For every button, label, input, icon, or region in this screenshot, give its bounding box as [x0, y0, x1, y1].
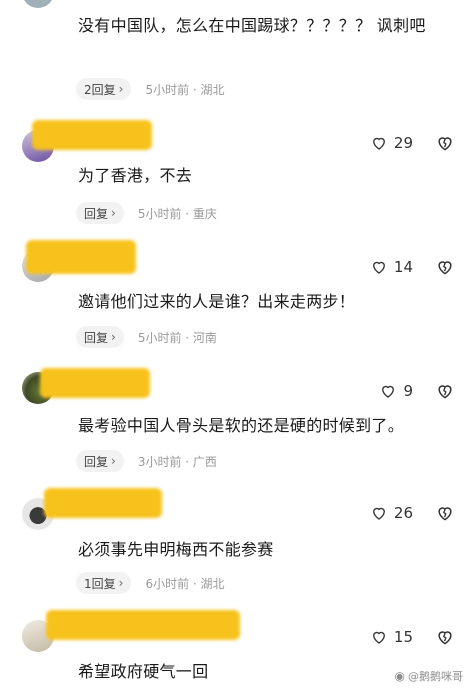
broken-heart-icon	[438, 507, 452, 521]
comment-meta: 回复 › 5小时前 · 重庆	[76, 202, 217, 224]
like-button[interactable]: 26	[370, 504, 413, 522]
timestamp-location: 5小时前 · 重庆	[137, 206, 217, 221]
username-redaction	[32, 120, 152, 150]
timestamp-location: 3小时前 · 广西	[137, 454, 217, 469]
dislike-button[interactable]	[435, 627, 455, 651]
reply-button[interactable]: 回复 ›	[76, 202, 124, 224]
watermark-text: @鹅鹅咪哥	[408, 670, 463, 683]
comment-text: 最考验中国人骨头是软的还是硬的时候到了。	[78, 416, 405, 435]
comment-meta: 2回复 › 5小时前 · 湖北	[76, 78, 225, 100]
heart-outline-icon	[382, 385, 395, 398]
chevron-right-icon: ›	[111, 454, 116, 468]
broken-heart-icon	[438, 631, 452, 645]
like-count: 9	[403, 382, 413, 400]
chevron-right-icon: ›	[118, 576, 124, 590]
username-redaction	[46, 610, 240, 640]
like-button[interactable]: 15	[370, 628, 413, 646]
like-count: 14	[393, 258, 413, 276]
watermark: ◉ @鹅鹅咪哥	[395, 668, 463, 684]
username-redaction	[44, 488, 162, 518]
like-button[interactable]: 9	[379, 382, 413, 400]
reply-label: 2回复	[84, 82, 116, 97]
reply-button[interactable]: 回复 ›	[76, 450, 124, 472]
comment-meta: 回复 › 3小时前 · 广西	[76, 450, 217, 472]
like-button[interactable]: 29	[370, 134, 413, 152]
chevron-right-icon: ›	[118, 82, 124, 96]
chevron-right-icon: ›	[111, 330, 116, 344]
chevron-right-icon: ›	[111, 206, 116, 220]
like-count: 26	[393, 504, 413, 522]
like-count: 29	[393, 134, 413, 152]
dislike-button[interactable]	[435, 133, 455, 157]
reply-label: 1回复	[84, 576, 116, 591]
reply-label: 回复	[84, 454, 109, 469]
reply-button[interactable]: 1回复 ›	[76, 572, 132, 594]
reply-label: 回复	[84, 330, 109, 345]
like-button[interactable]: 14	[370, 258, 413, 276]
weibo-icon: ◉	[394, 669, 405, 683]
broken-heart-icon	[438, 385, 452, 399]
dislike-button[interactable]	[435, 503, 455, 527]
reply-label: 回复	[84, 206, 109, 221]
comment-meta: 回复 › 5小时前 · 河南	[76, 326, 217, 348]
broken-heart-icon	[438, 261, 452, 275]
avatar[interactable]	[22, 0, 54, 8]
reply-button[interactable]: 回复 ›	[76, 326, 124, 348]
timestamp-location: 5小时前 · 湖北	[145, 82, 225, 97]
broken-heart-icon	[438, 137, 452, 151]
timestamp-location: 6小时前 · 湖北	[145, 576, 225, 591]
dislike-button[interactable]	[435, 257, 455, 281]
comment-text: 为了香港，不去	[78, 166, 193, 185]
heart-outline-icon	[372, 507, 385, 520]
comment-meta: 1回复 › 6小时前 · 湖北	[76, 572, 225, 594]
username-redaction	[40, 368, 150, 398]
timestamp-location: 5小时前 · 河南	[137, 330, 217, 345]
dislike-button[interactable]	[435, 381, 455, 405]
heart-outline-icon	[372, 261, 385, 274]
username-redaction	[26, 240, 136, 274]
heart-outline-icon	[372, 137, 385, 150]
heart-outline-icon	[372, 631, 385, 644]
comment-text: 邀请他们过来的人是谁？出来走两步！	[78, 292, 356, 311]
comment-text: 必须事先申明梅西不能参赛	[78, 540, 274, 559]
reply-button[interactable]: 2回复 ›	[76, 78, 132, 100]
like-count: 15	[393, 628, 413, 646]
comment-text: 没有中国队，怎么在中国踢球？？？？？ 讽刺吧	[78, 16, 426, 35]
